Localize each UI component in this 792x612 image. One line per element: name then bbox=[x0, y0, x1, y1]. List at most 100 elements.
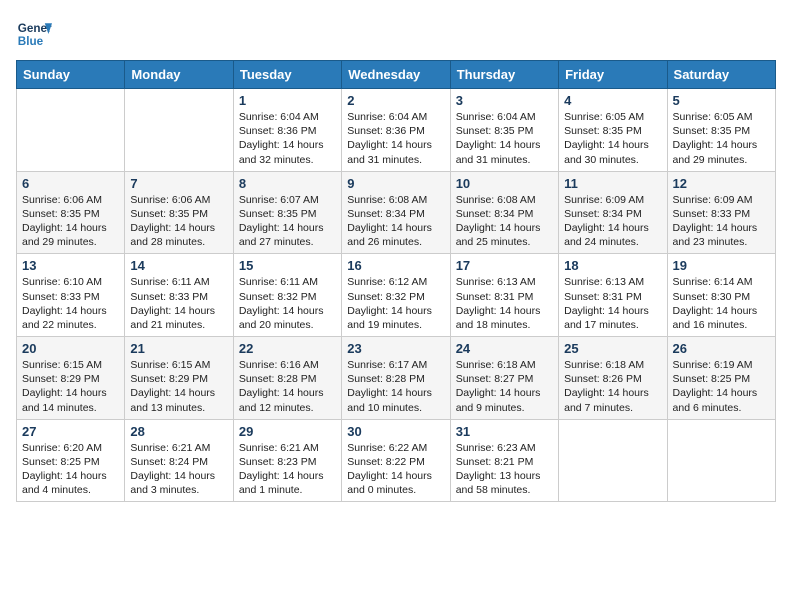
day-number: 21 bbox=[130, 341, 227, 356]
day-number: 27 bbox=[22, 424, 119, 439]
day-number: 14 bbox=[130, 258, 227, 273]
day-number: 3 bbox=[456, 93, 553, 108]
day-number: 29 bbox=[239, 424, 336, 439]
day-number: 16 bbox=[347, 258, 444, 273]
calendar-week-3: 13 Sunrise: 6:10 AMSunset: 8:33 PMDayligh… bbox=[17, 254, 776, 337]
calendar-cell: 22 Sunrise: 6:16 AMSunset: 8:28 PMDayligh… bbox=[233, 337, 341, 420]
day-number: 30 bbox=[347, 424, 444, 439]
day-number: 7 bbox=[130, 176, 227, 191]
calendar-week-5: 27Sunrise: 6:20 AMSunset: 8:25 PMDayligh… bbox=[17, 419, 776, 502]
calendar-cell bbox=[559, 419, 667, 502]
day-info: Sunrise: 6:17 AMSunset: 8:28 PMDaylight:… bbox=[347, 358, 444, 415]
calendar-week-2: 6 Sunrise: 6:06 AMSunset: 8:35 PMDaylight… bbox=[17, 171, 776, 254]
day-info: Sunrise: 6:04 AMSunset: 8:35 PMDaylight:… bbox=[456, 110, 553, 167]
calendar-cell: 11 Sunrise: 6:09 AMSunset: 8:34 PMDayligh… bbox=[559, 171, 667, 254]
calendar-cell: 2 Sunrise: 6:04 AMSunset: 8:36 PMDaylight… bbox=[342, 89, 450, 172]
day-number: 18 bbox=[564, 258, 661, 273]
day-info: Sunrise: 6:04 AMSunset: 8:36 PMDaylight:… bbox=[347, 110, 444, 167]
day-info: Sunrise: 6:21 AMSunset: 8:24 PMDaylight:… bbox=[130, 441, 227, 498]
calendar-cell: 12 Sunrise: 6:09 AMSunset: 8:33 PMDayligh… bbox=[667, 171, 775, 254]
day-number: 17 bbox=[456, 258, 553, 273]
day-number: 19 bbox=[673, 258, 770, 273]
day-number: 28 bbox=[130, 424, 227, 439]
calendar-cell: 18 Sunrise: 6:13 AMSunset: 8:31 PMDayligh… bbox=[559, 254, 667, 337]
calendar-cell: 17 Sunrise: 6:13 AMSunset: 8:31 PMDayligh… bbox=[450, 254, 558, 337]
calendar-table: SundayMondayTuesdayWednesdayThursdayFrid… bbox=[16, 60, 776, 502]
col-header-thursday: Thursday bbox=[450, 61, 558, 89]
day-info: Sunrise: 6:19 AMSunset: 8:25 PMDaylight:… bbox=[673, 358, 770, 415]
day-info: Sunrise: 6:11 AMSunset: 8:33 PMDaylight:… bbox=[130, 275, 227, 332]
day-info: Sunrise: 6:06 AMSunset: 8:35 PMDaylight:… bbox=[130, 193, 227, 250]
day-info: Sunrise: 6:07 AMSunset: 8:35 PMDaylight:… bbox=[239, 193, 336, 250]
day-number: 8 bbox=[239, 176, 336, 191]
col-header-sunday: Sunday bbox=[17, 61, 125, 89]
day-number: 15 bbox=[239, 258, 336, 273]
calendar-cell bbox=[125, 89, 233, 172]
calendar-cell: 10Sunrise: 6:08 AMSunset: 8:34 PMDayligh… bbox=[450, 171, 558, 254]
day-number: 25 bbox=[564, 341, 661, 356]
calendar-cell: 16 Sunrise: 6:12 AMSunset: 8:32 PMDayligh… bbox=[342, 254, 450, 337]
calendar-cell: 31 Sunrise: 6:23 AMSunset: 8:21 PMDayligh… bbox=[450, 419, 558, 502]
day-number: 10 bbox=[456, 176, 553, 191]
day-info: Sunrise: 6:21 AMSunset: 8:23 PMDaylight:… bbox=[239, 441, 336, 498]
calendar-cell: 9 Sunrise: 6:08 AMSunset: 8:34 PMDaylight… bbox=[342, 171, 450, 254]
calendar-week-1: 1Sunrise: 6:04 AMSunset: 8:36 PMDaylight… bbox=[17, 89, 776, 172]
calendar-cell: 8 Sunrise: 6:07 AMSunset: 8:35 PMDaylight… bbox=[233, 171, 341, 254]
calendar-week-4: 20 Sunrise: 6:15 AMSunset: 8:29 PMDayligh… bbox=[17, 337, 776, 420]
calendar-cell: 23 Sunrise: 6:17 AMSunset: 8:28 PMDayligh… bbox=[342, 337, 450, 420]
calendar-cell bbox=[667, 419, 775, 502]
day-number: 6 bbox=[22, 176, 119, 191]
col-header-monday: Monday bbox=[125, 61, 233, 89]
logo: General Blue bbox=[16, 16, 52, 52]
calendar-cell: 20Sunrise: 6:15 AMSunset: 8:29 PMDayligh… bbox=[17, 337, 125, 420]
day-number: 9 bbox=[347, 176, 444, 191]
day-number: 23 bbox=[347, 341, 444, 356]
col-header-saturday: Saturday bbox=[667, 61, 775, 89]
day-info: Sunrise: 6:18 AMSunset: 8:27 PMDaylight:… bbox=[456, 358, 553, 415]
day-number: 20 bbox=[22, 341, 119, 356]
day-number: 11 bbox=[564, 176, 661, 191]
day-info: Sunrise: 6:15 AMSunset: 8:29 PMDaylight:… bbox=[130, 358, 227, 415]
calendar-cell: 3 Sunrise: 6:04 AMSunset: 8:35 PMDaylight… bbox=[450, 89, 558, 172]
calendar-cell: 19Sunrise: 6:14 AMSunset: 8:30 PMDayligh… bbox=[667, 254, 775, 337]
calendar-cell: 1Sunrise: 6:04 AMSunset: 8:36 PMDaylight… bbox=[233, 89, 341, 172]
day-info: Sunrise: 6:12 AMSunset: 8:32 PMDaylight:… bbox=[347, 275, 444, 332]
calendar-cell: 24Sunrise: 6:18 AMSunset: 8:27 PMDayligh… bbox=[450, 337, 558, 420]
logo-icon: General Blue bbox=[16, 16, 52, 52]
day-info: Sunrise: 6:09 AMSunset: 8:34 PMDaylight:… bbox=[564, 193, 661, 250]
day-info: Sunrise: 6:06 AMSunset: 8:35 PMDaylight:… bbox=[22, 193, 119, 250]
day-number: 13 bbox=[22, 258, 119, 273]
calendar-cell: 13 Sunrise: 6:10 AMSunset: 8:33 PMDayligh… bbox=[17, 254, 125, 337]
day-number: 2 bbox=[347, 93, 444, 108]
calendar-cell: 27Sunrise: 6:20 AMSunset: 8:25 PMDayligh… bbox=[17, 419, 125, 502]
calendar-cell bbox=[17, 89, 125, 172]
day-number: 12 bbox=[673, 176, 770, 191]
day-info: Sunrise: 6:23 AMSunset: 8:21 PMDaylight:… bbox=[456, 441, 553, 498]
day-info: Sunrise: 6:09 AMSunset: 8:33 PMDaylight:… bbox=[673, 193, 770, 250]
day-info: Sunrise: 6:13 AMSunset: 8:31 PMDaylight:… bbox=[564, 275, 661, 332]
day-number: 31 bbox=[456, 424, 553, 439]
calendar-cell: 29 Sunrise: 6:21 AMSunset: 8:23 PMDayligh… bbox=[233, 419, 341, 502]
day-info: Sunrise: 6:08 AMSunset: 8:34 PMDaylight:… bbox=[347, 193, 444, 250]
calendar-cell: 25 Sunrise: 6:18 AMSunset: 8:26 PMDayligh… bbox=[559, 337, 667, 420]
day-info: Sunrise: 6:10 AMSunset: 8:33 PMDaylight:… bbox=[22, 275, 119, 332]
calendar-cell: 5Sunrise: 6:05 AMSunset: 8:35 PMDaylight… bbox=[667, 89, 775, 172]
day-info: Sunrise: 6:18 AMSunset: 8:26 PMDaylight:… bbox=[564, 358, 661, 415]
svg-text:Blue: Blue bbox=[18, 35, 44, 48]
calendar-cell: 6 Sunrise: 6:06 AMSunset: 8:35 PMDaylight… bbox=[17, 171, 125, 254]
calendar-cell: 14 Sunrise: 6:11 AMSunset: 8:33 PMDayligh… bbox=[125, 254, 233, 337]
col-header-tuesday: Tuesday bbox=[233, 61, 341, 89]
calendar-cell: 4Sunrise: 6:05 AMSunset: 8:35 PMDaylight… bbox=[559, 89, 667, 172]
day-number: 22 bbox=[239, 341, 336, 356]
col-header-friday: Friday bbox=[559, 61, 667, 89]
day-info: Sunrise: 6:05 AMSunset: 8:35 PMDaylight:… bbox=[564, 110, 661, 167]
calendar-cell: 21 Sunrise: 6:15 AMSunset: 8:29 PMDayligh… bbox=[125, 337, 233, 420]
day-info: Sunrise: 6:04 AMSunset: 8:36 PMDaylight:… bbox=[239, 110, 336, 167]
day-info: Sunrise: 6:16 AMSunset: 8:28 PMDaylight:… bbox=[239, 358, 336, 415]
calendar-cell: 28 Sunrise: 6:21 AMSunset: 8:24 PMDayligh… bbox=[125, 419, 233, 502]
day-info: Sunrise: 6:13 AMSunset: 8:31 PMDaylight:… bbox=[456, 275, 553, 332]
calendar-cell: 30Sunrise: 6:22 AMSunset: 8:22 PMDayligh… bbox=[342, 419, 450, 502]
col-header-wednesday: Wednesday bbox=[342, 61, 450, 89]
calendar-header: SundayMondayTuesdayWednesdayThursdayFrid… bbox=[17, 61, 776, 89]
calendar-cell: 7 Sunrise: 6:06 AMSunset: 8:35 PMDaylight… bbox=[125, 171, 233, 254]
